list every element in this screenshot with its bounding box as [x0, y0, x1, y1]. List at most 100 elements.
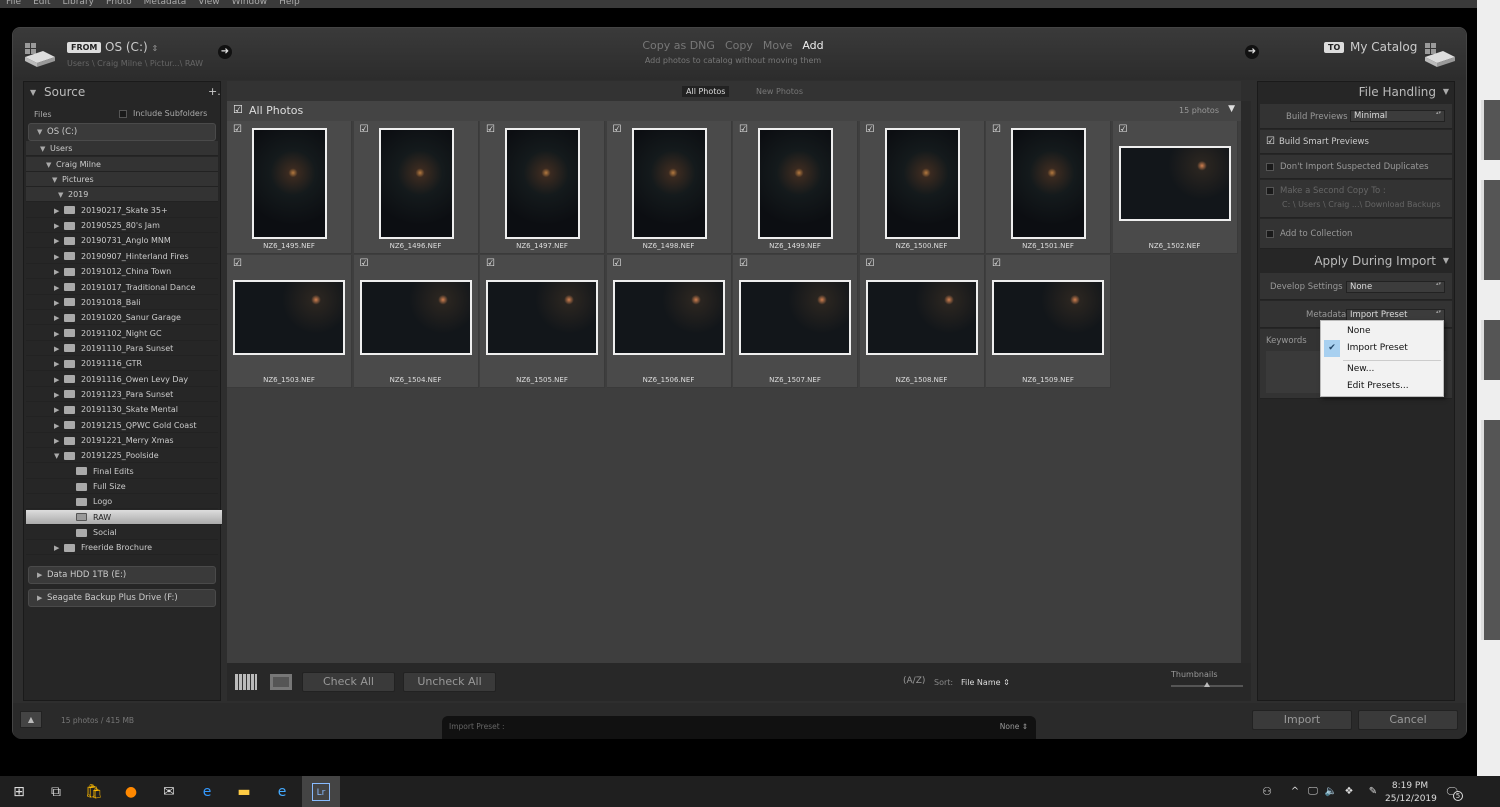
sort-menu-icon[interactable]: ▼: [1228, 104, 1235, 114]
action-center-icon[interactable]: 🗨 5: [1443, 783, 1463, 801]
photo-checkbox[interactable]: ☑: [866, 124, 875, 135]
folder-item[interactable]: ▼ Craig Milne: [26, 156, 218, 172]
photo-checkbox[interactable]: ☑: [613, 124, 622, 135]
photo-checkbox[interactable]: ☑: [613, 258, 622, 269]
photo-checkbox[interactable]: ☑: [360, 124, 369, 135]
menu-window[interactable]: Window: [232, 0, 268, 7]
clock-time[interactable]: 8:19 PM: [1385, 781, 1435, 791]
sort-direction-icon[interactable]: (A/Z): [903, 676, 925, 686]
collapsed-triangle-icon[interactable]: ▶: [54, 265, 64, 280]
mode-add[interactable]: Add: [802, 39, 823, 52]
edge-icon[interactable]: e: [198, 783, 216, 801]
collapsed-triangle-icon[interactable]: ▶: [54, 311, 64, 326]
expanded-triangle-icon[interactable]: ▼: [58, 188, 68, 203]
photo-cell[interactable]: ☑ NZ6_1505.NEF: [480, 255, 605, 388]
photo-checkbox[interactable]: ☑: [233, 124, 242, 135]
menu-library[interactable]: Library: [63, 0, 94, 7]
folder-item[interactable]: Social: [26, 525, 218, 541]
photo-checkbox[interactable]: ☑: [486, 258, 495, 269]
thumbnail-size-slider[interactable]: [1171, 682, 1243, 687]
import-preset-bar[interactable]: Import Preset : None ⇕: [442, 716, 1036, 739]
network-icon[interactable]: 🖵: [1304, 783, 1322, 801]
photo-checkbox[interactable]: ☑: [992, 124, 1001, 135]
import-preset-select[interactable]: None ⇕: [1000, 722, 1028, 731]
add-source-button[interactable]: +.: [208, 85, 221, 98]
photo-cell[interactable]: ☑ NZ6_1501.NEF: [986, 121, 1111, 254]
menu-item-import-preset[interactable]: Import Preset: [1347, 343, 1408, 353]
firefox-icon[interactable]: ●: [122, 783, 140, 801]
dropbox-icon[interactable]: ❖: [1340, 783, 1358, 801]
folder-item[interactable]: ▶ Freeride Brochure: [26, 540, 218, 556]
select-all-checkbox[interactable]: ☑: [233, 103, 243, 116]
photo-thumbnail[interactable]: [1011, 128, 1086, 239]
destination-arrow-button[interactable]: ➜: [1245, 45, 1259, 59]
photo-checkbox[interactable]: ☑: [992, 258, 1001, 269]
photo-thumbnail[interactable]: [505, 128, 580, 239]
clock-date[interactable]: 25/12/2019: [1385, 794, 1437, 804]
grid-view-icon[interactable]: [235, 674, 257, 690]
mail-icon[interactable]: ✉: [160, 783, 178, 801]
photo-cell[interactable]: ☑ NZ6_1507.NEF: [733, 255, 858, 388]
photo-cell[interactable]: ☑ NZ6_1502.NEF: [1112, 121, 1238, 254]
uncheck-all-button[interactable]: Uncheck All: [403, 672, 496, 692]
photo-thumbnail[interactable]: [739, 280, 851, 355]
folder-item[interactable]: ▶ 20191221_Merry Xmas: [26, 433, 218, 448]
photo-cell[interactable]: ☑ NZ6_1500.NEF: [859, 121, 985, 254]
collapsed-triangle-icon[interactable]: ▶: [54, 357, 64, 372]
photo-thumbnail[interactable]: [758, 128, 833, 239]
import-button[interactable]: Import: [1252, 710, 1352, 730]
collapse-icon[interactable]: ▼: [1443, 256, 1449, 265]
tab-all-photos[interactable]: All Photos: [682, 86, 730, 97]
mode-copy-as-dng[interactable]: Copy as DNG: [642, 39, 715, 52]
show-hidden-icons[interactable]: ^: [1286, 783, 1304, 801]
folder-item[interactable]: ▼ 20191225_Poolside: [26, 448, 218, 464]
folder-item[interactable]: ▶ 20191110_Para Sunset: [26, 341, 218, 356]
collapse-icon[interactable]: ▼: [1443, 87, 1449, 96]
folder-item[interactable]: ▶ 20191017_Traditional Dance: [26, 280, 218, 295]
folder-item[interactable]: Logo: [26, 494, 218, 510]
store-icon[interactable]: 🛍: [85, 783, 103, 801]
photo-checkbox[interactable]: ☑: [739, 258, 748, 269]
photo-cell[interactable]: ☑ NZ6_1496.NEF: [353, 121, 479, 254]
menu-metadata[interactable]: Metadata: [144, 0, 187, 7]
photo-checkbox[interactable]: ☑: [739, 124, 748, 135]
destination-catalog[interactable]: My Catalog: [1350, 40, 1417, 54]
expanded-triangle-icon[interactable]: ▼: [54, 449, 64, 464]
include-subfolders-checkbox[interactable]: Include Subfolders: [119, 109, 207, 118]
folder-item[interactable]: ▼ Pictures: [26, 172, 218, 188]
expanded-triangle-icon[interactable]: ▼: [37, 124, 47, 140]
photo-cell[interactable]: ☑ NZ6_1506.NEF: [606, 255, 732, 388]
collapsed-triangle-icon[interactable]: ▶: [54, 434, 64, 449]
collapsed-triangle-icon[interactable]: ▶: [54, 327, 64, 342]
second-copy-row[interactable]: Make a Second Copy To : C: \ Users \ Crai…: [1260, 180, 1452, 218]
photo-thumbnail[interactable]: [1118, 146, 1231, 221]
folder-item[interactable]: ▶ 20191020_Sanur Garage: [26, 310, 218, 326]
develop-settings-select[interactable]: None: [1346, 281, 1445, 293]
tree-drive[interactable]: ▼ OS (C:): [28, 123, 216, 141]
photo-thumbnail[interactable]: [631, 128, 707, 239]
collapsed-triangle-icon[interactable]: ▶: [54, 342, 64, 357]
collapsed-triangle-icon[interactable]: ▶: [54, 234, 64, 249]
drive-seagate[interactable]: ▶ Seagate Backup Plus Drive (F:): [28, 589, 216, 607]
mode-copy[interactable]: Copy: [725, 39, 753, 52]
photo-checkbox[interactable]: ☑: [233, 258, 242, 269]
folder-item[interactable]: ▶ 20191130_Skate Mental: [26, 402, 218, 418]
collapsed-triangle-icon[interactable]: ▶: [54, 419, 64, 434]
photo-thumbnail[interactable]: [359, 280, 472, 355]
menu-file[interactable]: File: [6, 0, 21, 7]
loupe-view-icon[interactable]: [270, 674, 292, 690]
source-arrow-button[interactable]: ➜: [218, 45, 232, 59]
sort-select[interactable]: File Name ⇕: [961, 678, 1010, 687]
expanded-triangle-icon[interactable]: ▼: [40, 142, 50, 157]
menu-photo[interactable]: Photo: [106, 0, 132, 7]
cancel-button[interactable]: Cancel: [1358, 710, 1458, 730]
photo-thumbnail[interactable]: [486, 280, 598, 355]
folder-item[interactable]: ▼ Users: [26, 141, 218, 157]
folder-item[interactable]: ▼ 2019: [26, 187, 218, 203]
photo-checkbox[interactable]: ☑: [1119, 124, 1128, 135]
photo-thumbnail[interactable]: [992, 280, 1104, 355]
photo-checkbox[interactable]: ☑: [866, 258, 875, 269]
collapsed-triangle-icon[interactable]: ▶: [54, 250, 64, 265]
photo-cell[interactable]: ☑ NZ6_1497.NEF: [480, 121, 605, 254]
photo-cell[interactable]: ☑ NZ6_1495.NEF: [227, 121, 352, 254]
